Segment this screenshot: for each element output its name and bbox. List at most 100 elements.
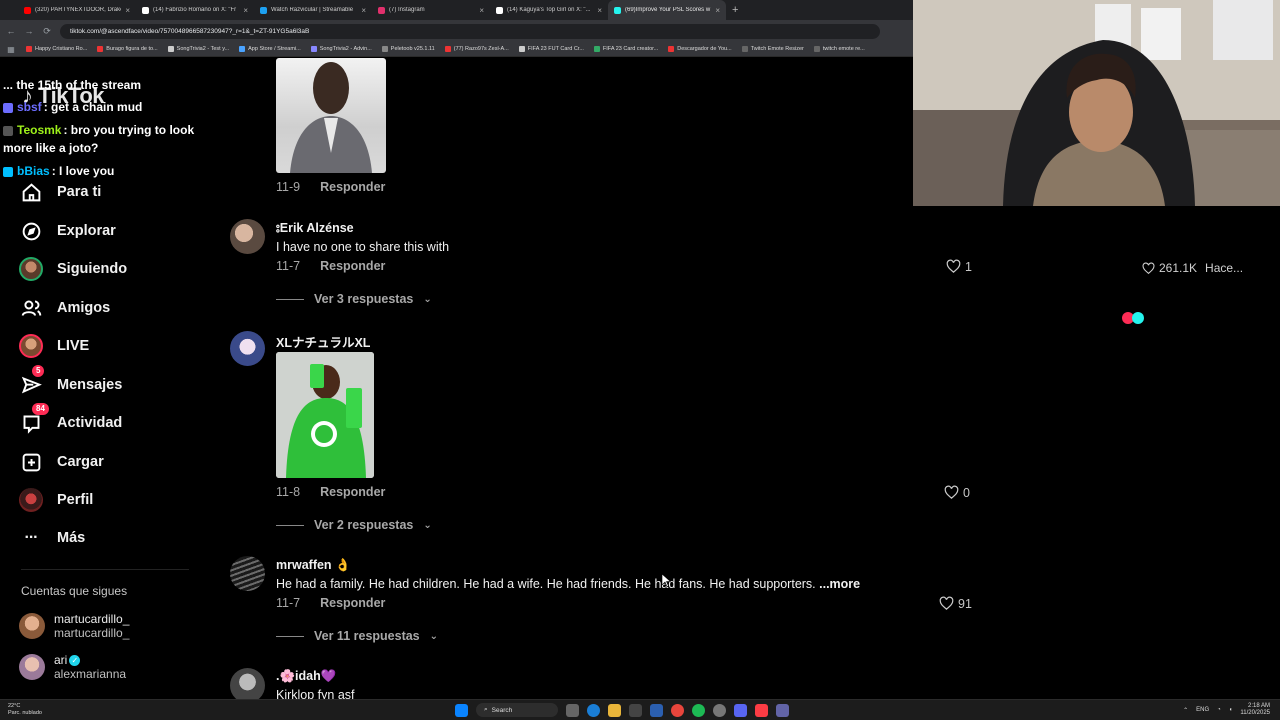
comment-image[interactable] (276, 352, 374, 478)
bookmark-item[interactable]: Burago figura de to... (97, 46, 158, 52)
bookmark-favicon-icon (741, 46, 748, 52)
browser-tab[interactable]: (14) Fabrizio Romano on X: "Fr × (136, 0, 254, 20)
settings-icon[interactable] (713, 703, 726, 717)
comment-text: Kirklop fyn asf (276, 688, 355, 699)
view-replies-button[interactable]: Ver 2 respuestas ⌄ (276, 518, 432, 532)
chevron-up-icon[interactable]: ⌃ (1183, 707, 1188, 714)
bookmark-item[interactable]: FIFA 23 FUT Card Cr... (518, 46, 584, 52)
bookmark-item[interactable]: Twitch Emote Resizer (741, 46, 804, 52)
music-icon[interactable] (755, 703, 768, 717)
sidebar-item-para-ti[interactable]: Para ti (19, 180, 101, 204)
mail-icon[interactable] (650, 703, 663, 717)
activity-icon: 84 (19, 403, 49, 435)
avatar[interactable] (230, 556, 265, 591)
taskbar-search[interactable]: ⌕ Search (476, 703, 558, 717)
avatar[interactable] (230, 219, 265, 254)
divider-line (276, 524, 304, 526)
reply-button[interactable]: Responder (320, 259, 385, 273)
bookmark-item[interactable]: twitch emote re... (813, 46, 865, 52)
live-avatar-icon (19, 334, 43, 358)
wifi-icon[interactable]: ◔ (1217, 707, 1221, 713)
chrome-icon[interactable] (671, 703, 684, 717)
url-input[interactable]: tiktok.com/@ascendface/video/75700489665… (60, 23, 880, 39)
comment-username[interactable]: XLナチュラルXL (276, 332, 370, 351)
close-tab-icon[interactable]: × (243, 6, 248, 15)
file-explorer-icon[interactable] (608, 703, 621, 717)
sidebar-item-label: Cargar (57, 454, 104, 470)
edge-icon[interactable] (587, 703, 600, 717)
bookmark-item[interactable]: SongTrivia2 - Advin... (310, 46, 372, 52)
sidebar-item-actividad[interactable]: 84 Actividad (19, 403, 122, 435)
apps-grid-icon[interactable]: ▦ (6, 45, 16, 54)
sidebar-item-live[interactable]: LIVE (19, 334, 89, 358)
like-button[interactable]: 0 (944, 485, 970, 500)
sidebar-item-label: Para ti (57, 184, 102, 200)
like-button[interactable]: 1 (946, 259, 972, 274)
sidebar-item-perfil[interactable]: Perfil (19, 488, 93, 512)
reply-button[interactable]: Responder (320, 180, 385, 194)
like-count: 91 (958, 596, 972, 611)
bookmark-item[interactable]: App Store / Streami... (239, 46, 301, 52)
weather-widget[interactable]: 22°C Parc. nublado (8, 703, 42, 717)
sidebar-item-amigos[interactable]: Amigos (19, 296, 110, 320)
bookmark-item[interactable]: Descargador de You... (668, 46, 732, 52)
video-time: Hace... (1205, 261, 1244, 275)
close-tab-icon[interactable]: × (479, 6, 484, 15)
loading-dots-icon (1122, 312, 1144, 324)
followed-account[interactable]: martucardillo_ martucardillo_ (19, 612, 129, 640)
close-tab-icon[interactable]: × (597, 6, 602, 15)
chat-message: ... the 15th of the stream (3, 78, 142, 92)
like-button[interactable]: 91 (939, 596, 972, 611)
avatar[interactable] (230, 331, 265, 366)
forward-icon[interactable]: → (24, 26, 34, 36)
bookmark-item[interactable]: Peletoob v25.1.11 (381, 46, 435, 52)
following-accounts-title: Cuentas que sigues (21, 584, 128, 598)
sidebar-item-siguiendo[interactable]: Siguiendo (19, 257, 127, 281)
comment-username[interactable]: mrwaffen 👌 (276, 558, 351, 573)
bookmark-item[interactable]: (77) Razo97s Zesl-A... (444, 46, 509, 52)
compass-icon (19, 219, 43, 243)
reply-button[interactable]: Responder (320, 485, 385, 499)
browser-tab[interactable]: (69)Improve Your PSL Scores w × (608, 0, 726, 20)
browser-tab[interactable]: Watch Razvicular | Streamable × (254, 0, 372, 20)
sidebar-item-explorar[interactable]: Explorar (19, 219, 116, 243)
close-tab-icon[interactable]: × (125, 6, 130, 15)
new-tab-button[interactable]: + (732, 4, 738, 16)
browser-tab[interactable]: (14) Kaguya's Top Girl on X: "... × (490, 0, 608, 20)
view-replies-button[interactable]: Ver 3 respuestas ⌄ (276, 292, 432, 306)
sidebar-item-mas[interactable]: ··· Más (19, 526, 86, 550)
sidebar-item-mensajes[interactable]: 5 Mensajes (19, 365, 122, 397)
store-icon[interactable] (629, 703, 642, 717)
view-replies-button[interactable]: Ver 11 respuestas ⌄ (276, 629, 438, 643)
browser-tab[interactable]: (320) PARTYNEXTDOOR, Drake × (18, 0, 136, 20)
clock[interactable]: 2:18 AM 11/20/2025 (1240, 703, 1270, 717)
teams-icon[interactable] (776, 703, 789, 717)
bookmark-item[interactable]: SongTrivia2 - Test y... (167, 46, 229, 52)
lang-indicator[interactable]: ENG (1196, 707, 1209, 713)
reload-icon[interactable]: ⟳ (42, 26, 52, 37)
browser-tab[interactable]: (7) Instagram × (372, 0, 490, 20)
followed-account-name: martucardillo_ (54, 612, 130, 626)
reply-button[interactable]: Responder (320, 596, 385, 610)
more-link[interactable]: ...more (819, 577, 860, 591)
comment-username[interactable]: ⦂Erik Alzénse (276, 221, 354, 236)
back-icon[interactable]: ← (6, 26, 16, 36)
comment-image[interactable] (276, 58, 386, 173)
comment-meta: 11-8 Responder (276, 485, 385, 499)
close-tab-icon[interactable]: × (361, 6, 366, 15)
view-replies-label: Ver 11 respuestas (314, 629, 420, 643)
volume-icon[interactable]: ◖ (1229, 707, 1233, 713)
bookmark-favicon-icon (239, 46, 246, 52)
like-count: 1 (965, 259, 972, 274)
avatar[interactable] (230, 668, 265, 699)
comment-username[interactable]: .🌸idah💜 (276, 669, 336, 684)
sidebar-item-cargar[interactable]: Cargar (19, 450, 104, 474)
windows-start-icon[interactable] (455, 703, 468, 717)
close-tab-icon[interactable]: × (715, 6, 720, 15)
task-view-icon[interactable] (566, 703, 579, 717)
bookmark-item[interactable]: Happy Cristiano Ro... (26, 46, 87, 52)
bookmark-item[interactable]: FIFA 23 Card creator... (593, 46, 658, 52)
spotify-icon[interactable] (692, 703, 705, 717)
followed-account[interactable]: ari ✓ alexmarianna (19, 653, 126, 681)
discord-icon[interactable] (734, 703, 747, 717)
